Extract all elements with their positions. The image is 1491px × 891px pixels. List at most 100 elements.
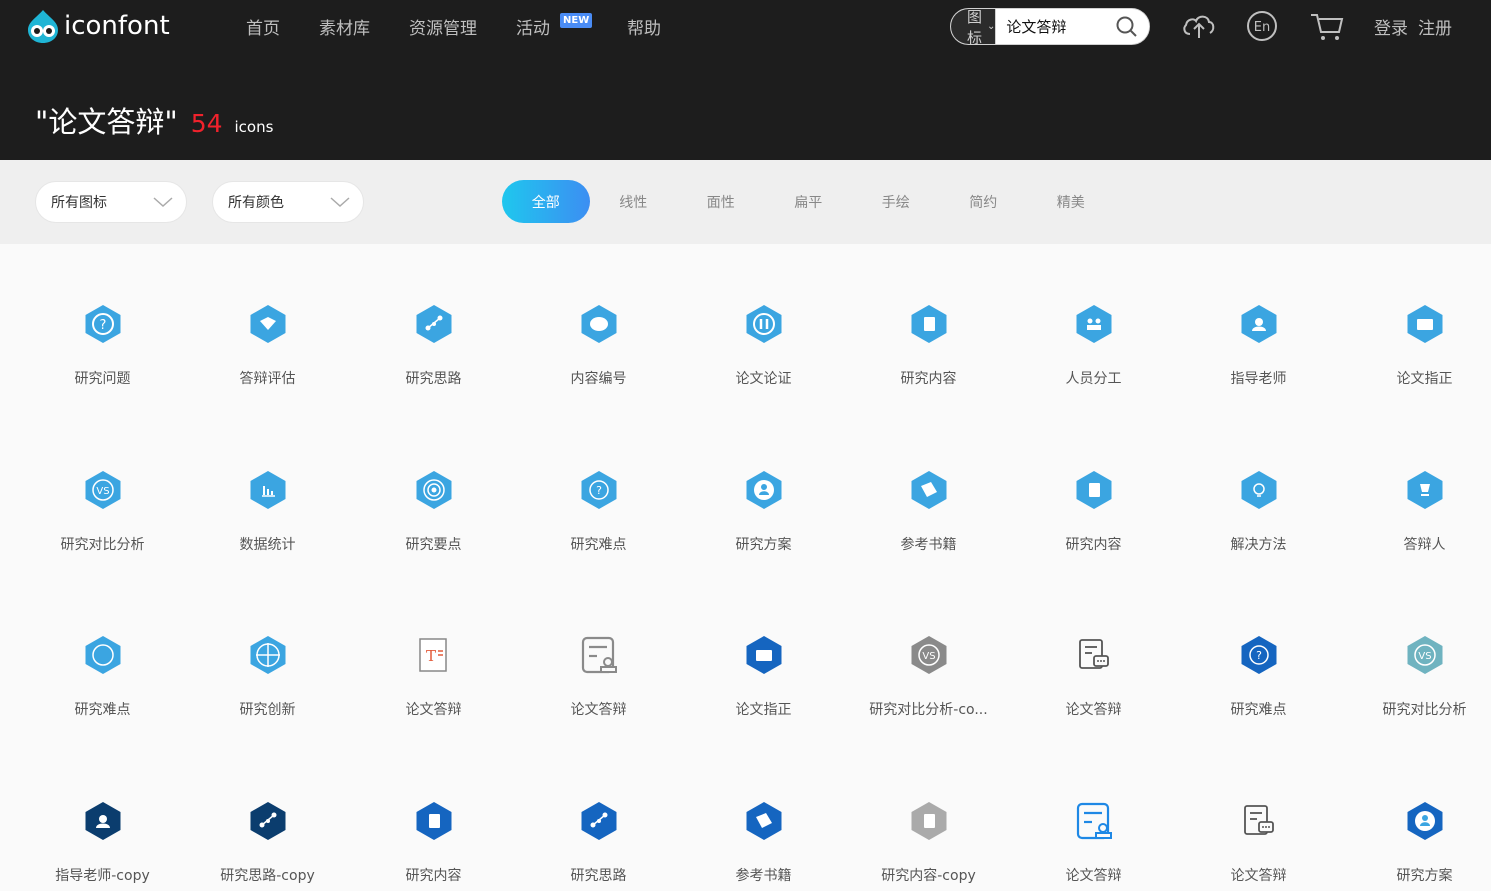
result-title: "论文答辩" 54 icons (35, 99, 273, 141)
icon-type-dropdown[interactable]: 所有图标 (35, 181, 187, 223)
icon-card[interactable]: 研究内容 (845, 254, 1010, 387)
cross-icon (250, 636, 286, 674)
icon-card[interactable]: 论文答辩 (1010, 585, 1175, 718)
icon-card[interactable]: 论文论证 (680, 254, 845, 387)
tab-solid[interactable]: 面性 (677, 180, 765, 223)
icon-card[interactable]: VS 研究对比分析-co... (845, 585, 1010, 718)
icon-label: 人员分工 (1065, 371, 1122, 387)
nav-activities-label: 活动 (516, 18, 550, 39)
icon-card[interactable]: 论文答辩 (1010, 751, 1175, 884)
icon-label: 解决方法 (1230, 537, 1287, 553)
filter-bar: 所有图标 所有颜色 全部 线性 面性 扁平 手绘 简约 精美 (0, 160, 1491, 244)
docchat-icon (1079, 639, 1109, 669)
icon-label: 内容编号 (570, 371, 627, 387)
icon-card[interactable]: 答辩评估 (184, 254, 349, 387)
icon-label: 论文答辩 (1065, 868, 1122, 884)
nav-library[interactable]: 素材库 (319, 14, 370, 39)
doc-icon (911, 305, 947, 343)
icon-card[interactable]: ? 研究难点 (1175, 585, 1340, 718)
icon-card[interactable]: 研究思路 (515, 751, 680, 884)
icon-card[interactable]: 研究方案 (1341, 751, 1491, 884)
icon-card[interactable]: 参考书籍 (845, 420, 1010, 553)
logo-icon (28, 10, 58, 43)
tab-all[interactable]: 全部 (502, 180, 590, 223)
icon-card[interactable]: ? 研究问题 (19, 254, 184, 387)
nav-activities[interactable]: 活动 NEW (516, 12, 593, 39)
language-icon[interactable]: En (1246, 10, 1278, 42)
icon-label: 研究对比分析-co... (869, 702, 988, 718)
tab-handdrawn[interactable]: 手绘 (852, 180, 940, 223)
icon-card[interactable]: 答辩人 (1341, 420, 1491, 553)
icon-card[interactable]: 人员分工 (1010, 254, 1175, 387)
tab-flat[interactable]: 扁平 (765, 180, 853, 223)
icon-card[interactable]: ? 研究难点 (515, 420, 680, 553)
color-dropdown[interactable]: 所有颜色 (212, 181, 364, 223)
q-icon: ? (581, 471, 617, 509)
nav-resource-management[interactable]: 资源管理 (409, 14, 477, 39)
icon-card[interactable]: 论文指正 (680, 585, 845, 718)
circle-icon (85, 636, 121, 674)
nodes-icon (250, 802, 286, 840)
person-icon (1407, 802, 1443, 840)
person-icon (85, 802, 121, 840)
icon-label: 研究对比分析 (1382, 702, 1467, 718)
cart-icon[interactable] (1309, 10, 1345, 42)
login-link[interactable]: 登录 (1374, 14, 1408, 39)
tab-exquisite[interactable]: 精美 (1027, 180, 1115, 223)
chevron-down-icon (330, 197, 350, 208)
icon-label: 论文指正 (735, 702, 792, 718)
tab-linear[interactable]: 线性 (590, 180, 678, 223)
icon-label: 研究创新 (239, 702, 296, 718)
icon-card[interactable]: 解决方法 (1175, 420, 1340, 553)
icon-card[interactable]: VS 研究对比分析 (1341, 585, 1491, 718)
icon-card[interactable]: 研究思路-copy (184, 751, 349, 884)
icon-card[interactable]: 数据统计 (184, 420, 349, 553)
tab-simple[interactable]: 简约 (940, 180, 1028, 223)
search-type-label: 图标 (967, 8, 983, 45)
icon-label: 研究内容 (900, 371, 957, 387)
icon-card[interactable]: 研究思路 (350, 254, 515, 387)
bulb-icon (1241, 471, 1277, 509)
question-icon: ? (85, 305, 121, 343)
form-icon (581, 636, 617, 674)
icon-card[interactable]: T 论文答辩 (350, 585, 515, 718)
svg-text:VS: VS (922, 651, 935, 662)
icon-label: 指导老师 (1230, 371, 1287, 387)
icon-card[interactable]: 研究难点 (19, 585, 184, 718)
upload-cloud-icon[interactable] (1181, 10, 1217, 42)
icon-card[interactable]: 研究要点 (350, 420, 515, 553)
icon-card[interactable]: 研究创新 (184, 585, 349, 718)
register-link[interactable]: 注册 (1418, 14, 1452, 39)
search-type-select[interactable]: 图标 ⌄ (951, 8, 997, 45)
icon-card[interactable]: 论文答辩 (515, 585, 680, 718)
logo[interactable]: iconfont (24, 8, 170, 44)
icon-card[interactable]: 论文答辩 (1175, 751, 1340, 884)
icon-label: 论文答辩 (570, 702, 627, 718)
icon-label: 研究对比分析 (60, 537, 145, 553)
people-icon (1076, 305, 1112, 343)
q-icon: ? (1241, 636, 1277, 674)
icon-label: 参考书籍 (735, 868, 792, 884)
logo-text: iconfont (64, 11, 170, 41)
chart-icon (250, 471, 286, 509)
icon-label: 研究内容 (1065, 537, 1122, 553)
svg-text:?: ? (596, 484, 602, 497)
icon-card[interactable]: 研究内容-copy (845, 751, 1010, 884)
icon-label: 参考书籍 (900, 537, 957, 553)
icon-card[interactable]: 研究内容 (1010, 420, 1175, 553)
icon-card[interactable]: VS 研究对比分析 (19, 420, 184, 553)
icon-card[interactable]: 指导老师 (1175, 254, 1340, 387)
icon-label: 研究内容-copy (881, 868, 976, 884)
icon-card[interactable]: 参考书籍 (680, 751, 845, 884)
icon-card[interactable]: 研究方案 (680, 420, 845, 553)
nav-home[interactable]: 首页 (246, 14, 280, 39)
nav-help[interactable]: 帮助 (627, 14, 661, 39)
icon-card[interactable]: 指导老师-copy (19, 751, 184, 884)
folder-icon (1407, 305, 1443, 343)
icon-card[interactable]: 论文指正 (1341, 254, 1491, 387)
color-value: 所有颜色 (228, 195, 284, 211)
icon-card[interactable]: 内容编号 (515, 254, 680, 387)
icon-card[interactable]: 研究内容 (350, 751, 515, 884)
icon-label: 研究难点 (1230, 702, 1287, 718)
search-icon[interactable] (1115, 15, 1139, 39)
